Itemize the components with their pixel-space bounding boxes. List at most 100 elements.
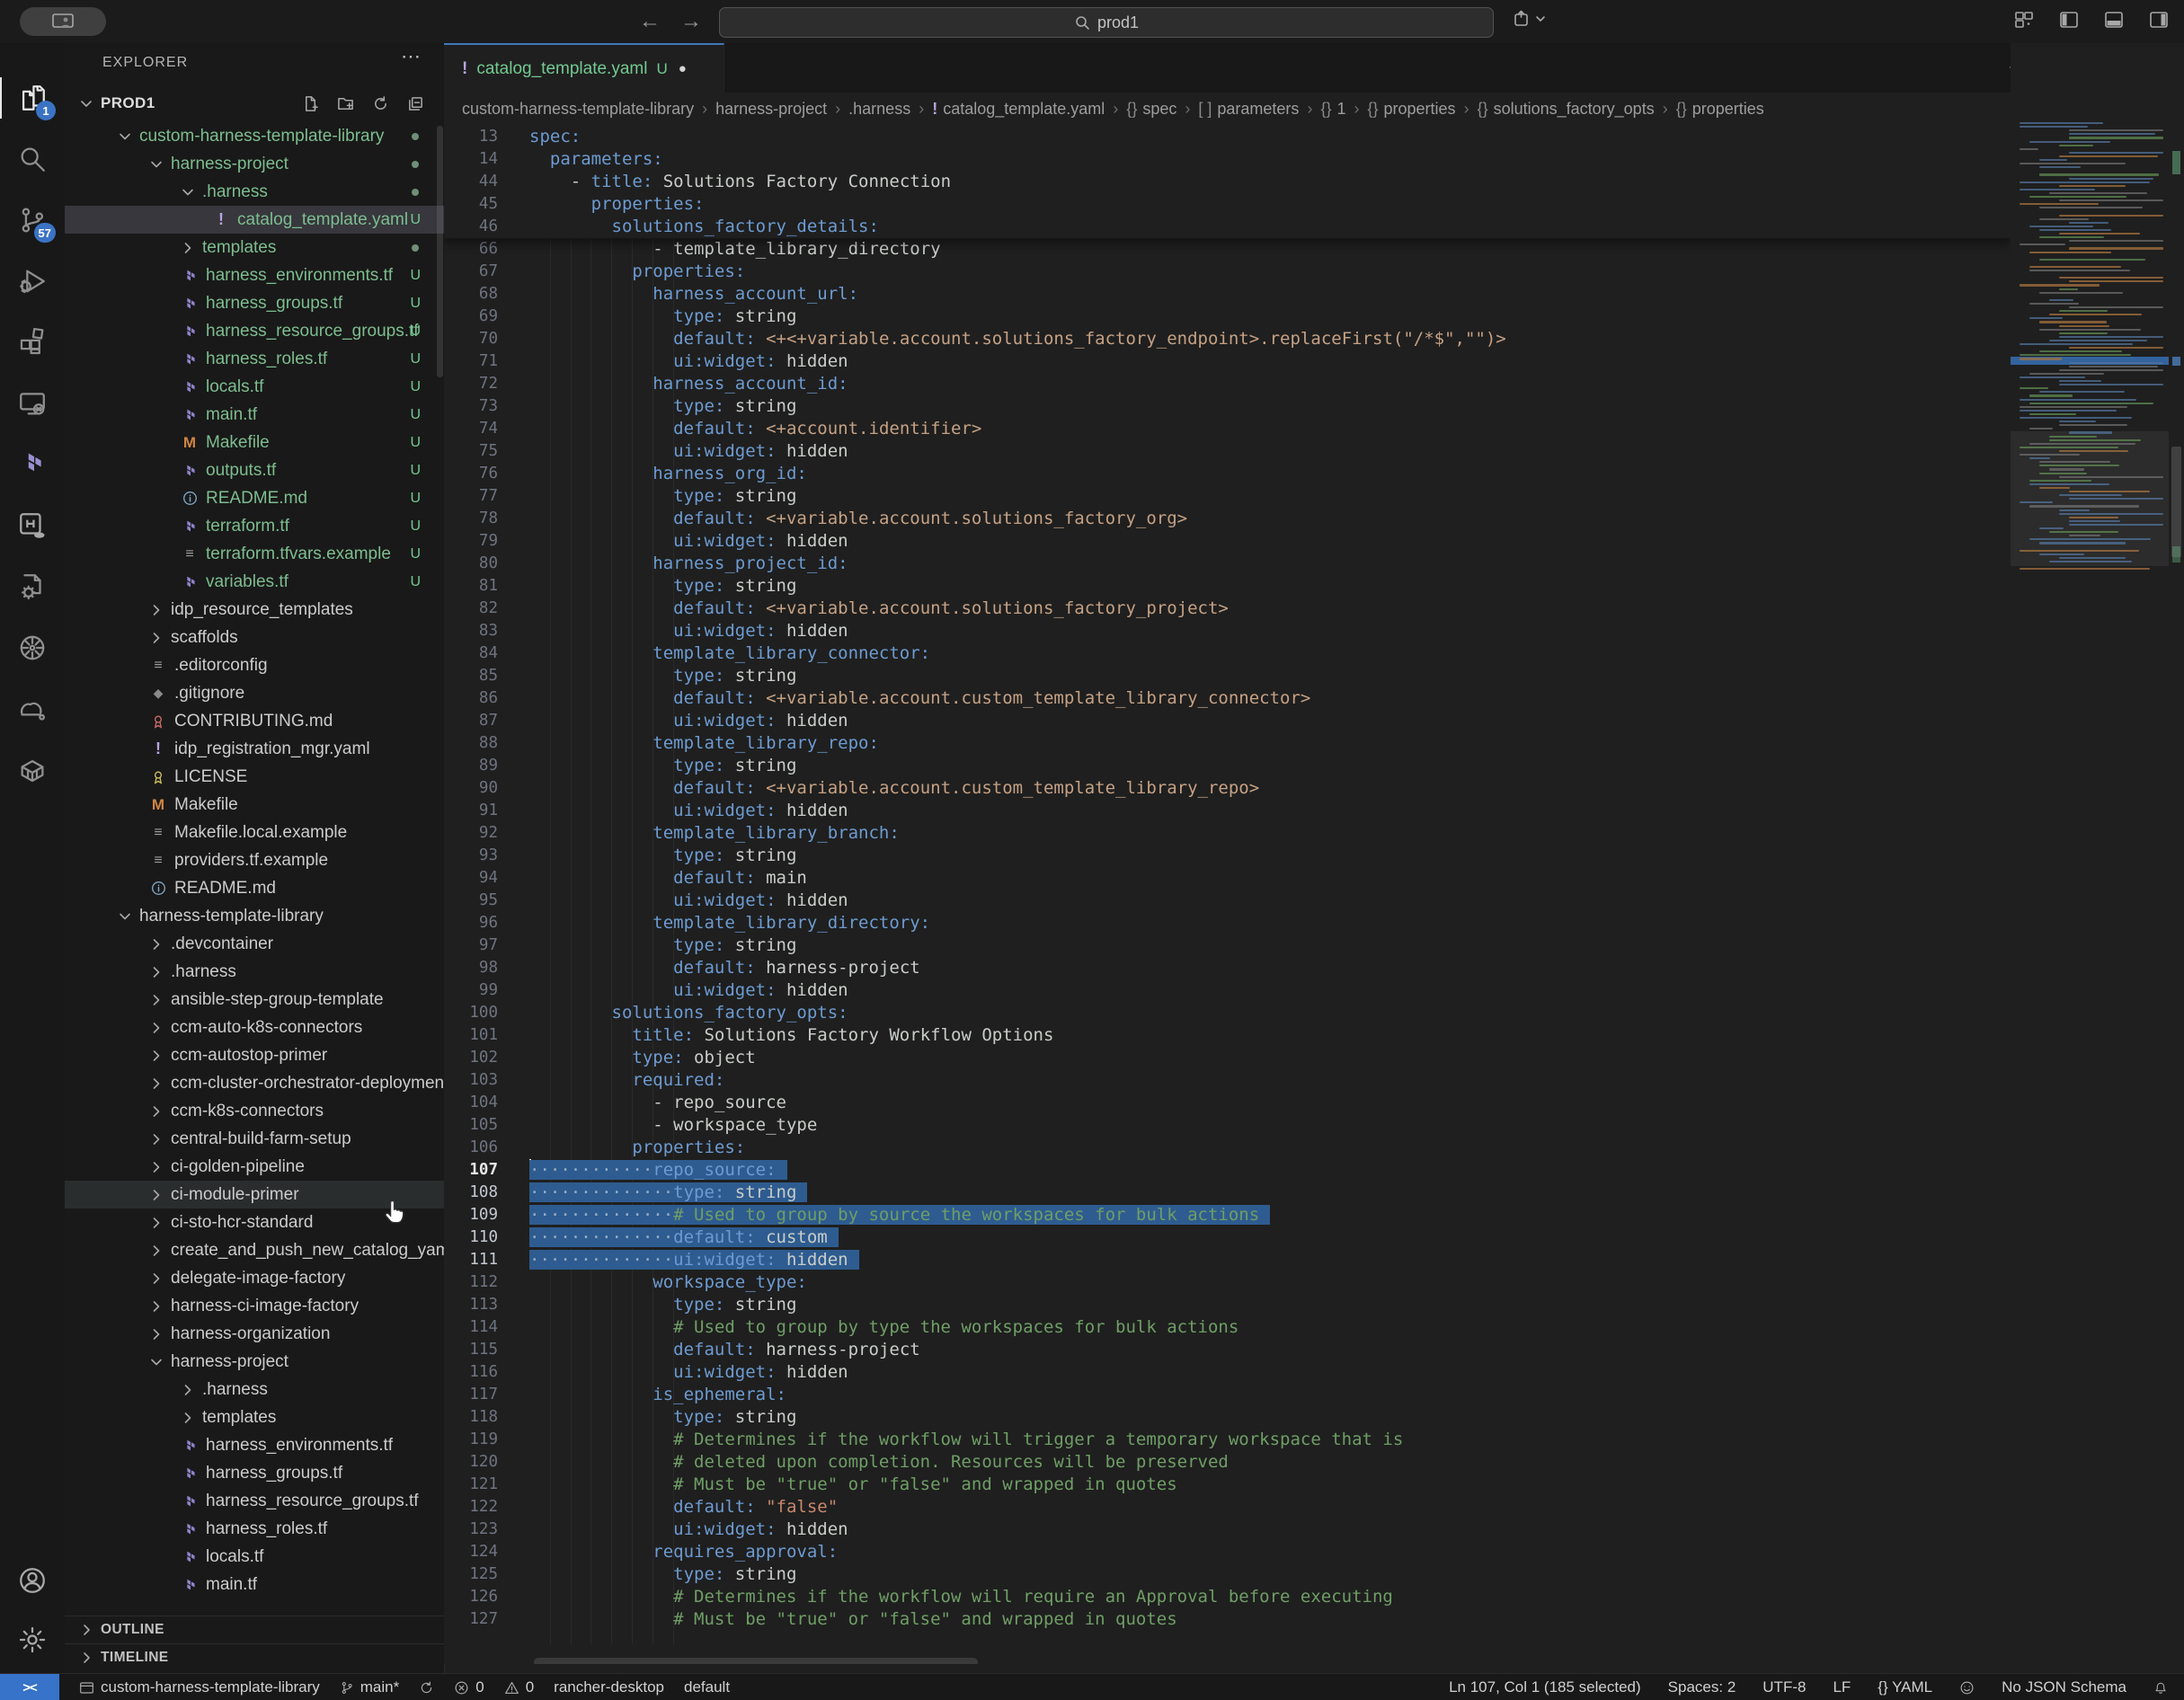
code-line-80[interactable]: 80 harness_project_id:	[444, 553, 2011, 575]
activity-extensions[interactable]	[0, 314, 65, 370]
new-file-icon[interactable]	[302, 95, 319, 112]
tree-item-harness-roles-tf[interactable]: harness_roles.tf	[65, 1515, 444, 1543]
workspace-section-header[interactable]: PROD1	[65, 86, 444, 120]
status-0[interactable]: 0	[504, 1678, 534, 1696]
tree-item-readme-md[interactable]: README.md	[65, 874, 444, 902]
outline-section[interactable]: OUTLINE	[65, 1616, 444, 1643]
tree-item-ansible-step-group-template[interactable]: ansible-step-group-template	[65, 986, 444, 1014]
tree-item-templates[interactable]: templates	[65, 234, 444, 261]
dirty-indicator-icon[interactable]: ●	[679, 61, 687, 76]
status-spaces-2[interactable]: Spaces: 2	[1668, 1678, 1736, 1696]
activity-run-debug[interactable]	[0, 253, 65, 309]
tree-item-harness-organization[interactable]: harness-organization	[65, 1320, 444, 1348]
tree-item-ccm-auto-k8s-connectors[interactable]: ccm-auto-k8s-connectors	[65, 1014, 444, 1041]
status-0[interactable]: 0	[454, 1678, 484, 1696]
status-sync[interactable]	[419, 1680, 434, 1696]
tree-item--devcontainer[interactable]: .devcontainer	[65, 930, 444, 958]
code-line-99[interactable]: 99 ui:widget: hidden	[444, 979, 2011, 1002]
tree-item-makefile-local-example[interactable]: ≡Makefile.local.example	[65, 819, 444, 846]
tree-item-readme-md[interactable]: README.mdU	[65, 484, 444, 512]
tree-item-harness-resource-groups-tf[interactable]: harness_resource_groups.tf	[65, 1487, 444, 1515]
tree-item-harness-ci-image-factory[interactable]: harness-ci-image-factory	[65, 1292, 444, 1320]
code-line-121[interactable]: 121 # Must be "true" or "false" and wrap…	[444, 1474, 2011, 1496]
activity-accounts[interactable]	[0, 1553, 65, 1608]
code-line-100[interactable]: 100 solutions_factory_opts:	[444, 1002, 2011, 1024]
breadcrumb-item[interactable]: [ ]parameters	[1198, 100, 1299, 119]
code-line-78[interactable]: 78 default: <+variable.account.solutions…	[444, 508, 2011, 530]
toggle-primary-sidebar-icon[interactable]	[2058, 9, 2080, 31]
tree-item-delegate-image-factory[interactable]: delegate-image-factory	[65, 1264, 444, 1292]
code-line-123[interactable]: 123 ui:widget: hidden	[444, 1518, 2011, 1541]
refresh-icon[interactable]	[372, 95, 389, 112]
code-line-98[interactable]: 98 default: harness-project	[444, 957, 2011, 979]
code-line-45[interactable]: 45 properties:	[444, 193, 2011, 216]
code-line-111[interactable]: 111··············ui:widget: hidden	[444, 1249, 2011, 1271]
breadcrumb-item[interactable]: harness-project	[715, 100, 827, 119]
tree-item-locals-tf[interactable]: locals.tf	[65, 1543, 444, 1571]
tree-item-locals-tf[interactable]: locals.tfU	[65, 373, 444, 401]
horizontal-scrollbar[interactable]	[534, 1658, 978, 1664]
breadcrumb-item[interactable]: {}properties	[1367, 100, 1455, 119]
code-line-96[interactable]: 96 template_library_directory:	[444, 912, 2011, 934]
code-line-81[interactable]: 81 type: string	[444, 575, 2011, 598]
code-line-102[interactable]: 102 type: object	[444, 1047, 2011, 1069]
tree-item-harness-groups-tf[interactable]: harness_groups.tfU	[65, 289, 444, 317]
code-line-71[interactable]: 71 ui:widget: hidden	[444, 350, 2011, 373]
status--yaml[interactable]: {} YAML	[1878, 1678, 1932, 1696]
activity-ansible[interactable]	[0, 681, 65, 737]
tree-item-custom-harness-template-library[interactable]: custom-harness-template-library	[65, 122, 444, 150]
code-line-125[interactable]: 125 type: string	[444, 1563, 2011, 1586]
code-line-75[interactable]: 75 ui:widget: hidden	[444, 440, 2011, 463]
minimap[interactable]	[2011, 43, 2169, 1673]
code-line-110[interactable]: 110··············default: custom	[444, 1226, 2011, 1249]
code-line-67[interactable]: 67 properties:	[444, 261, 2011, 283]
customize-layout-icon[interactable]	[2013, 9, 2035, 31]
activity-search[interactable]	[0, 131, 65, 187]
code-line-120[interactable]: 120 # deleted upon completion. Resources…	[444, 1451, 2011, 1474]
code-line-70[interactable]: 70 default: <+<+variable.account.solutio…	[444, 328, 2011, 350]
code-line-74[interactable]: 74 default: <+account.identifier>	[444, 418, 2011, 440]
tree-item-templates[interactable]: templates	[65, 1403, 444, 1431]
breadcrumb-item[interactable]: {}1	[1320, 100, 1345, 119]
code-line-68[interactable]: 68 harness_account_url:	[444, 283, 2011, 305]
vertical-scrollbar[interactable]	[2171, 447, 2181, 557]
code-line-14[interactable]: 14 parameters:	[444, 148, 2011, 171]
code-line-44[interactable]: 44 - title: Solutions Factory Connection	[444, 171, 2011, 193]
code-line-72[interactable]: 72 harness_account_id:	[444, 373, 2011, 395]
remote-indicator[interactable]: ><	[0, 1674, 59, 1700]
tree-item-idp-registration-mgr-yaml[interactable]: !idp_registration_mgr.yaml	[65, 735, 444, 763]
breadcrumb-item[interactable]: {}solutions_factory_opts	[1478, 100, 1655, 119]
tree-item-main-tf[interactable]: main.tfU	[65, 401, 444, 429]
code-line-127[interactable]: 127 # Must be "true" or "false" and wrap…	[444, 1608, 2011, 1631]
code-line-109[interactable]: 109··············# Used to group by sour…	[444, 1204, 2011, 1226]
tree-item-scaffolds[interactable]: scaffolds	[65, 624, 444, 651]
tree-item-main-tf[interactable]: main.tf	[65, 1571, 444, 1598]
tree-item-ccm-autostop-primer[interactable]: ccm-autostop-primer	[65, 1041, 444, 1069]
activity-kubernetes[interactable]	[0, 620, 65, 676]
new-folder-icon[interactable]	[337, 95, 354, 112]
code-line-82[interactable]: 82 default: <+variable.account.solutions…	[444, 598, 2011, 620]
code-line-69[interactable]: 69 type: string	[444, 305, 2011, 328]
code-line-88[interactable]: 88 template_library_repo:	[444, 732, 2011, 755]
tree-item--editorconfig[interactable]: ≡.editorconfig	[65, 651, 444, 679]
tree-item-harness-project[interactable]: harness-project	[65, 150, 444, 178]
tree-item-terraform-tfvars-example[interactable]: ≡terraform.tfvars.exampleU	[65, 540, 444, 568]
new-window-layout-button[interactable]	[1512, 9, 1546, 29]
toggle-panel-icon[interactable]	[2103, 9, 2125, 31]
toggle-secondary-sidebar-icon[interactable]	[2148, 9, 2170, 31]
code-line-106[interactable]: 106 properties:	[444, 1137, 2011, 1159]
code-line-86[interactable]: 86 default: <+variable.account.custom_te…	[444, 687, 2011, 710]
tree-item-idp-resource-templates[interactable]: idp_resource_templates	[65, 596, 444, 624]
collapse-all-icon[interactable]	[407, 95, 424, 112]
tree-item--harness[interactable]: .harness	[65, 1376, 444, 1403]
sidebar-scrollbar[interactable]	[437, 126, 443, 377]
tree-item-license[interactable]: LICENSE	[65, 763, 444, 791]
breadcrumb-item[interactable]: {}properties	[1676, 100, 1764, 119]
code-line-103[interactable]: 103 required:	[444, 1069, 2011, 1092]
status-main-[interactable]: main*	[340, 1678, 399, 1696]
code-line-79[interactable]: 79 ui:widget: hidden	[444, 530, 2011, 553]
code-line-113[interactable]: 113 type: string	[444, 1294, 2011, 1316]
code-line-97[interactable]: 97 type: string	[444, 934, 2011, 957]
tree-item-central-build-farm-setup[interactable]: central-build-farm-setup	[65, 1125, 444, 1153]
activity-source-control[interactable]: 57	[0, 192, 65, 248]
